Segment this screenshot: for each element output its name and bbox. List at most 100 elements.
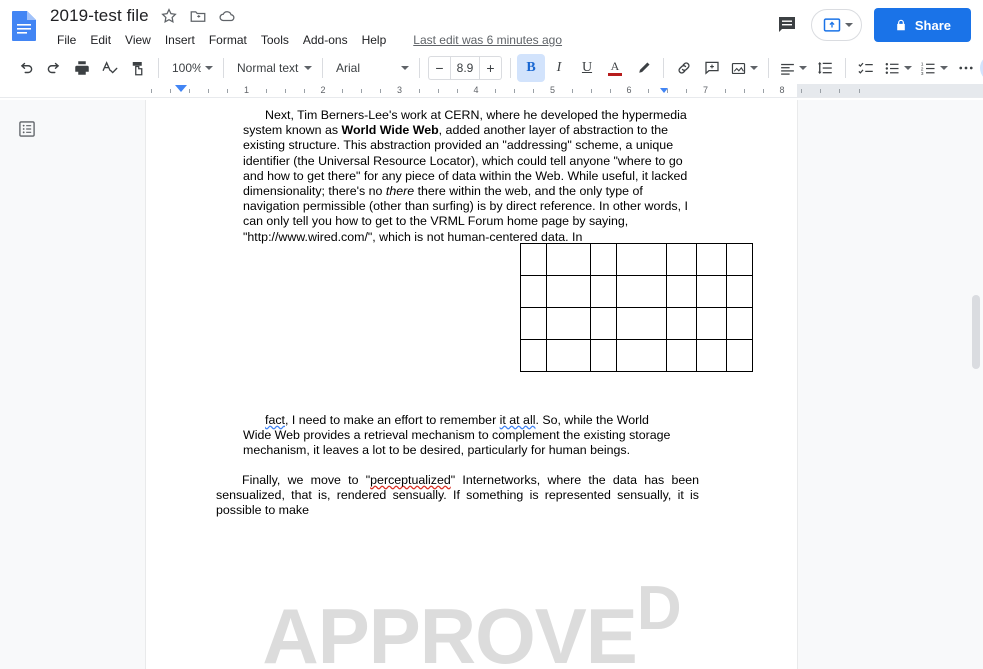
align-left-icon[interactable] [775, 54, 811, 82]
table-cell[interactable] [520, 243, 547, 276]
bold-button[interactable]: B [517, 54, 545, 82]
vertical-scrollbar[interactable] [968, 100, 983, 669]
table-cell[interactable] [590, 307, 617, 340]
zoom-select[interactable]: 100% [165, 55, 217, 81]
document-table[interactable] [520, 243, 753, 372]
p2-segment-b: , I need to make an effort to remember [284, 413, 500, 427]
vertical-scroll-thumb[interactable] [972, 295, 980, 369]
menu-edit[interactable]: Edit [83, 31, 118, 49]
table-cell[interactable] [520, 339, 547, 372]
menu-help[interactable]: Help [355, 31, 394, 49]
table-cell[interactable] [546, 275, 591, 308]
p2-misspelled-fact[interactable]: fact [265, 413, 285, 427]
font-size-decrease-button[interactable]: − [428, 56, 450, 80]
table-cell[interactable] [696, 243, 727, 276]
menu-tools[interactable]: Tools [254, 31, 296, 49]
menu-view[interactable]: View [118, 31, 158, 49]
paragraph-style-select[interactable]: Normal text [230, 55, 316, 81]
table-cell[interactable] [726, 243, 753, 276]
comment-history-icon[interactable] [775, 13, 799, 37]
table-cell[interactable] [616, 339, 667, 372]
table-cell[interactable] [696, 339, 727, 372]
table-cell[interactable] [696, 307, 727, 340]
text-color-button[interactable]: A [601, 54, 629, 82]
add-comment-icon[interactable] [698, 54, 726, 82]
menu-format[interactable]: Format [202, 31, 254, 49]
table-cell[interactable] [666, 339, 697, 372]
insert-link-icon[interactable] [670, 54, 698, 82]
paragraph-3[interactable]: Finally, we move to "perceptualized" Int… [216, 473, 699, 519]
table-cell[interactable] [590, 275, 617, 308]
table-cell[interactable] [696, 275, 727, 308]
ruler-tick [189, 89, 191, 93]
menu-add-ons[interactable]: Add-ons [296, 31, 355, 49]
approved-watermark: APPROVED [146, 570, 797, 669]
table-cell[interactable] [520, 275, 547, 308]
table-cell[interactable] [726, 339, 753, 372]
google-docs-logo[interactable] [10, 10, 40, 42]
toolbar-divider [158, 58, 159, 78]
bulleted-list-icon[interactable] [880, 54, 916, 82]
table-cell[interactable] [546, 339, 591, 372]
title-row: 2019-test file [50, 6, 236, 26]
underline-button[interactable]: U [573, 54, 601, 82]
share-button[interactable]: Share [873, 8, 971, 42]
last-edit-status[interactable]: Last edit was 6 minutes ago [413, 33, 562, 47]
italic-button[interactable]: I [545, 54, 573, 82]
table-cell[interactable] [590, 339, 617, 372]
insert-image-icon[interactable] [726, 54, 762, 82]
menu-file[interactable]: File [50, 31, 83, 49]
paragraph-1[interactable]: Next, Tim Berners-Lee's work at CERN, wh… [243, 108, 699, 245]
ruler-tick [284, 89, 286, 93]
more-options-icon[interactable] [952, 54, 980, 82]
move-to-folder-icon[interactable] [189, 7, 207, 25]
toolbar-divider [419, 58, 420, 78]
table-cell[interactable] [520, 307, 547, 340]
menu-insert[interactable]: Insert [158, 31, 202, 49]
document-page[interactable]: Next, Tim Berners-Lee's work at CERN, wh… [146, 100, 797, 669]
line-spacing-icon[interactable] [811, 54, 839, 82]
watermark-main: APPROVE [262, 592, 637, 669]
table-cell[interactable] [666, 243, 697, 276]
lock-icon [894, 18, 908, 32]
ruler-tick [361, 89, 363, 93]
ruler-tick [839, 89, 841, 93]
font-size-input[interactable]: 8.9 [450, 56, 480, 80]
table-cell[interactable] [726, 275, 753, 308]
font-family-select[interactable]: Arial [329, 55, 413, 81]
table-cell[interactable] [616, 243, 667, 276]
document-outline-icon[interactable] [16, 118, 38, 140]
redo-icon[interactable] [40, 54, 68, 82]
font-size-increase-button[interactable]: + [480, 56, 502, 80]
document-title[interactable]: 2019-test file [50, 6, 149, 26]
undo-icon[interactable] [12, 54, 40, 82]
print-icon[interactable] [68, 54, 96, 82]
numbered-list-icon[interactable]: 1 2 3 [916, 54, 952, 82]
horizontal-ruler[interactable]: 1 2 3 4 5 6 7 8 [0, 84, 983, 98]
chevron-down-icon [401, 66, 409, 70]
table-cell[interactable] [616, 275, 667, 308]
ruler-tick [590, 89, 592, 93]
table-cell[interactable] [726, 307, 753, 340]
highlight-pen-icon[interactable] [629, 54, 657, 82]
p2-misspelled-it-at-all[interactable]: it at all [500, 413, 536, 427]
table-cell[interactable] [666, 307, 697, 340]
spellcheck-icon[interactable] [96, 54, 124, 82]
checklist-icon[interactable] [852, 54, 880, 82]
cloud-saved-icon[interactable] [218, 7, 236, 25]
p3-misspelled-perceptualized[interactable]: perceptualized [370, 473, 451, 487]
table-cell[interactable] [616, 307, 667, 340]
star-icon[interactable] [160, 7, 178, 25]
table-row [520, 275, 753, 308]
left-indent-marker[interactable] [175, 85, 187, 92]
present-button[interactable] [810, 9, 862, 41]
right-indent-marker[interactable] [660, 88, 668, 93]
ruler-tick [801, 89, 803, 93]
table-cell[interactable] [546, 307, 591, 340]
table-cell[interactable] [590, 243, 617, 276]
table-cell[interactable] [666, 275, 697, 308]
paragraph-2[interactable]: fact, I need to make an effort to rememb… [243, 413, 673, 459]
paint-format-icon[interactable] [124, 54, 152, 82]
table-cell[interactable] [546, 243, 591, 276]
toolbar-divider [322, 58, 323, 78]
